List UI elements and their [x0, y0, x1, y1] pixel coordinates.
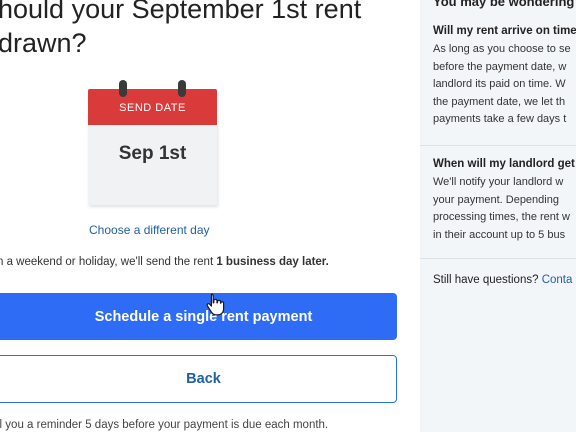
calendar-ring-right [178, 80, 186, 97]
divider [420, 258, 576, 259]
faq-sidebar: You may be wondering Will my rent arrive… [420, 0, 576, 432]
calendar-ring-left [119, 80, 127, 97]
contact-link[interactable]: Conta [542, 274, 573, 286]
still-have-questions: Still have questions? Conta [433, 274, 572, 286]
faq-question: When will my landlord get [433, 158, 575, 170]
hand-pointer-icon [206, 293, 225, 316]
send-date-value: Sep 1st [118, 143, 187, 164]
faq-item-landlord-receive: When will my landlord get We'll notify y… [433, 158, 576, 244]
faq-answer-line: before the payment date, w [433, 60, 567, 73]
faq-answer-line: landlord its paid on time. W [433, 78, 566, 90]
sidebar-heading: You may be wondering [433, 0, 575, 9]
schedule-payment-button[interactable]: Schedule a single rent payment [0, 293, 397, 340]
still-have-questions-text: Still have questions? [433, 274, 539, 286]
choose-different-day-link[interactable]: Choose a different day [89, 223, 210, 237]
page-title-line-2: drawn? [0, 28, 87, 58]
faq-answer: We'll notify your landlord w your paymen… [433, 174, 576, 244]
page-title-line-1: hould your September 1st rent [0, 0, 362, 24]
faq-answer: As long as you choose to se before the p… [433, 41, 576, 129]
faq-question: Will my rent arrive on time [433, 25, 576, 37]
faq-answer-line: As long as you choose to se [433, 43, 571, 55]
send-date-label: SEND DATE [88, 89, 217, 125]
reminder-text: il you a reminder 5 days before your pay… [0, 419, 329, 431]
faq-answer-line: the payment date, we let th [433, 95, 566, 108]
faq-answer-line: in their account up to 5 bus [433, 228, 566, 241]
faq-answer-line: processing times, the rent w [433, 211, 570, 223]
page-title: hould your September 1st rent drawn? [0, 0, 361, 60]
back-button[interactable]: Back [0, 355, 397, 403]
holiday-note: n a weekend or holiday, we'll send the r… [0, 256, 329, 268]
holiday-note-emphasis: 1 business day later. [216, 256, 329, 268]
faq-answer-line: payments take a few days t [433, 113, 567, 125]
divider [420, 145, 576, 146]
calendar-body: Sep 1st [88, 125, 217, 205]
main-content: hould your September 1st rent drawn? SEN… [0, 0, 420, 432]
faq-item-arrive-on-time: Will my rent arrive on time As long as y… [433, 25, 576, 129]
faq-answer-line: We'll notify your landlord w [433, 176, 564, 188]
calendar-icon: SEND DATE Sep 1st [88, 80, 218, 206]
faq-answer-line: your payment. Depending [433, 193, 559, 206]
holiday-note-text: n a weekend or holiday, we'll send the r… [0, 256, 217, 268]
